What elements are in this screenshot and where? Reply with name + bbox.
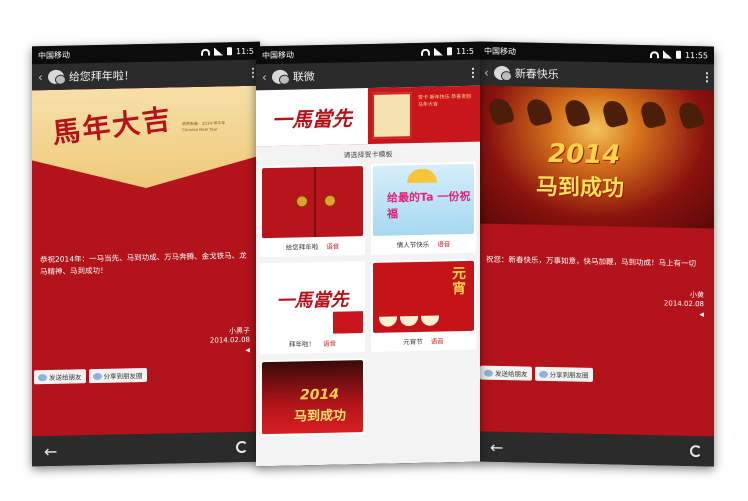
thumbnail-year: 2014 [300,386,339,404]
clock: 11:55 [684,50,708,60]
share-moments-label: 分享到朋友圈 [103,372,143,381]
envelope-subtitle: 恭贺新春 · 2014 甲午年 Chinese New Year [182,120,226,132]
audio-tag: 语音 [430,337,444,346]
send-to-friend-label: 发送给朋友 [495,369,528,379]
template-grid: 给您拜年啦 语音 给最的Ta 一份祝福 情人节快乐 语音 一馬當先 拜年啦！ 语音 元… [256,161,480,437]
bottom-bar: ← [478,431,714,467]
share-moments-button[interactable]: 分享到朋友圈 [534,366,593,382]
template-heading: 请选择贺卡模板 [343,150,393,160]
template-picker: 一馬當先 贺卡 新年快乐 恭喜发财 马年大吉 请选择贺卡模板 给您拜年啦 语音 给… [256,85,480,467]
date: 2014.02.08 [663,299,704,309]
share-row: 发送给朋友 分享到朋友圈 [34,367,147,385]
page-title: 新春快乐 [514,67,559,82]
wifi-icon [649,50,659,58]
template-card-lantern[interactable]: 元宵 元宵节 语音 [371,258,476,352]
horse-banner: 2014 马到成功 [478,85,714,229]
banner-card-image [372,92,412,139]
battery-icon [227,47,233,56]
friend-icon [484,369,493,377]
audio-tag: 语音 [323,339,336,348]
clock: 11:5 [456,46,474,56]
template-label: 给您拜年啦 [285,243,319,252]
share-moments-label: 分享到朋友圈 [549,371,589,380]
template-thumbnail: 一馬當先 [262,263,363,336]
wechat-icon [493,65,510,81]
template-label: 拜年啦！ [289,340,315,349]
carrier: 中国移动 [262,50,294,60]
template-thumbnail: 给最的Ta 一份祝福 [373,163,474,236]
template-card-horse[interactable]: 2014 马到成功 [260,358,365,437]
template-thumbnail [262,166,363,239]
phone-left: 中国移动 11:5 ‹ 给您拜年啦！ 馬年大吉 恭贺新春 · 2014 甲午年 … [32,41,260,467]
wechat-icon [271,69,288,85]
carrier: 中国移动 [484,46,516,56]
thumbnail-text: 元宵 [452,265,466,297]
send-to-friend-button[interactable]: 发送给朋友 [34,369,86,385]
moments-icon [538,370,548,378]
refresh-icon[interactable] [236,440,248,454]
signal-icon [214,47,224,56]
signature: 小黑子 [229,326,250,336]
wifi-icon [421,48,431,56]
banner-small-text: 贺卡 新年快乐 恭喜发财 马年大吉 [418,93,472,108]
wechat-icon [47,69,64,85]
banner-year: 2014 [548,138,621,171]
more-menu-icon[interactable] [472,67,474,78]
refresh-icon[interactable] [690,444,702,458]
signal-icon [434,47,444,56]
back-chevron-icon[interactable]: ‹ [262,70,267,84]
moments-icon [92,372,102,380]
thumbnail-text: 给最的Ta 一份祝福 [387,189,471,221]
battery-icon [447,47,453,56]
send-to-friend-label: 发送给朋友 [49,373,82,383]
wifi-icon [201,48,211,56]
banner-calligraphy: 一馬當先 [256,88,368,147]
bowls-image [379,315,439,327]
signature: 小黄 [690,290,704,300]
clock: 11:5 [236,46,254,56]
audio-tag: 语音 [437,240,451,249]
carrier: 中国移动 [38,50,70,60]
banner-slogan: 马到成功 [536,174,625,202]
template-card-valentine[interactable]: 给最的Ta 一份祝福 情人节快乐 语音 [371,161,476,255]
template-thumbnail: 2014 马到成功 [262,360,363,435]
back-chevron-icon[interactable]: ‹ [38,70,43,84]
page-title: 给您拜年啦！ [68,69,135,84]
send-to-friend-button[interactable]: 发送给朋友 [480,365,532,381]
card-content: 馬年大吉 恭贺新春 · 2014 甲午年 Chinese New Year 恭祝… [32,85,260,437]
card-content: 2014 马到成功 祝您：新春快乐，万事如意，快马加鞭，马到功成！马上有一切 小… [478,85,714,437]
audio-play-icon[interactable]: ◀ [699,311,704,318]
template-card-new-year[interactable]: 给您拜年啦 语音 [260,164,365,258]
share-moments-button[interactable]: 分享到朋友圈 [88,367,147,384]
phone-middle: 中国移动 11:5 ‹ 联微 一馬當先 贺卡 新年快乐 恭喜发财 马年大吉 请选… [256,41,480,467]
audio-tag: 语音 [326,242,340,251]
greeting-message: 祝您：新春快乐，万事如意，快马加鞭，马到功成！马上有一切 [486,254,696,269]
back-arrow-icon[interactable]: ← [490,437,503,456]
back-arrow-icon[interactable]: ← [44,441,57,460]
audio-play-icon[interactable]: ◀ [245,347,250,354]
sun-icon [407,168,437,184]
back-chevron-icon[interactable]: ‹ [484,66,489,80]
template-label: 元宵节 [403,337,423,347]
template-label: 情人节快乐 [396,240,430,250]
friend-icon [38,373,47,381]
date: 2014.02.08 [209,335,250,345]
galloping-horses-image [487,95,705,142]
page-title: 联微 [292,70,315,84]
thumbnail-text: 马到成功 [294,408,347,425]
template-thumbnail: 元宵 [373,260,474,333]
bottom-bar: ← [32,431,260,467]
top-banner: 一馬當先 贺卡 新年快乐 恭喜发财 马年大吉 [256,85,480,147]
more-menu-icon[interactable] [252,67,254,78]
more-menu-icon[interactable] [706,72,708,83]
template-card-greeting[interactable]: 一馬當先 拜年啦！ 语音 [260,261,365,355]
share-row: 发送给朋友 分享到朋友圈 [480,365,593,382]
battery-icon [675,50,681,59]
greeting-message: 恭祝2014年：一马当先、马到功成、万马奔腾、金戈铁马、龙马精神、马到成功！ [40,250,247,276]
signal-icon [662,50,672,59]
phone-right: 中国移动 11:55 ‹ 新春快乐 2014 马到成功 祝您：新春快乐，万事如意… [478,41,714,467]
